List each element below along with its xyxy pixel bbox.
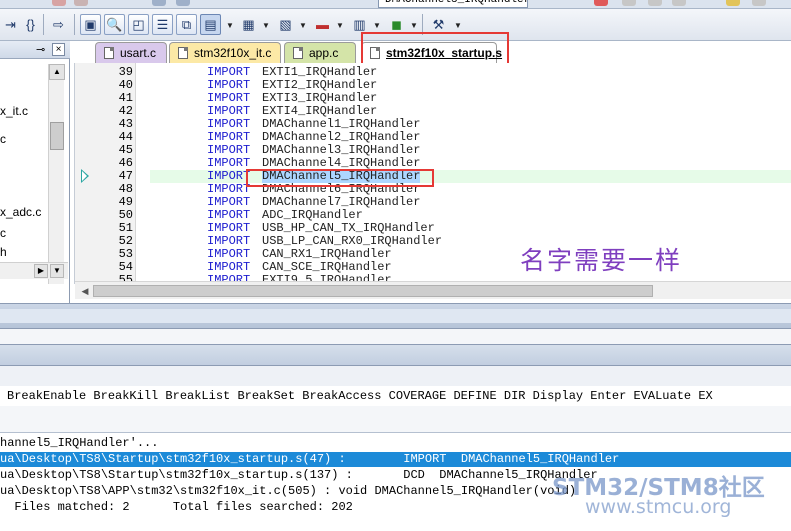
- document-icon: [293, 47, 303, 59]
- highlight-box-symbol: [246, 169, 434, 187]
- editor-horizontal-scrollbar[interactable]: ◀: [75, 281, 791, 299]
- pane-area: [0, 406, 791, 432]
- pin-icon[interactable]: ⊸: [36, 43, 45, 56]
- scroll-down-icon[interactable]: ▼: [50, 264, 64, 278]
- pane-splitter[interactable]: [0, 303, 791, 329]
- debug-icon[interactable]: [594, 0, 608, 6]
- find-in-files-icon[interactable]: 🔍: [104, 14, 125, 35]
- tab-app[interactable]: app.c: [284, 42, 356, 63]
- stop-icon[interactable]: [648, 0, 662, 6]
- list-view-icon[interactable]: ☰: [152, 14, 173, 35]
- tab-stm32f10x-it[interactable]: stm32f10x_it.c: [169, 42, 281, 63]
- close-icon[interactable]: ×: [52, 43, 65, 56]
- redo-icon[interactable]: [74, 0, 88, 6]
- project-file-item[interactable]: h: [0, 245, 7, 259]
- braces-icon[interactable]: {}: [20, 14, 41, 35]
- project-file-item[interactable]: c: [0, 226, 6, 240]
- code-line[interactable]: 41 IMPORT EXTI3_IRQHandler: [75, 92, 791, 105]
- registers-icon[interactable]: ▦: [238, 14, 259, 35]
- window-icon[interactable]: [752, 0, 766, 6]
- run-icon[interactable]: [622, 0, 636, 6]
- memory-icon[interactable]: ▧: [275, 14, 296, 35]
- code-line[interactable]: 40 IMPORT EXTI2_IRQHandler: [75, 79, 791, 92]
- find-result-line[interactable]: hannel5_IRQHandler'...: [0, 436, 791, 451]
- chevron-down-icon[interactable]: ▼: [454, 21, 462, 30]
- chevron-down-icon[interactable]: ▼: [262, 21, 270, 30]
- find-result-line[interactable]: ua\Desktop\TS8\Startup\stm32f10x_startup…: [0, 452, 791, 467]
- chevron-down-icon[interactable]: ▼: [410, 21, 418, 30]
- watermark-url: www.stmcu.org: [585, 496, 732, 518]
- chevron-down-icon[interactable]: ▼: [336, 21, 344, 30]
- code-line[interactable]: 44 IMPORT DMAChannel2_IRQHandler: [75, 131, 791, 144]
- watch-window-icon[interactable]: ▤: [200, 14, 221, 35]
- project-panel: ⊸ × x_it.c c x_adc.c c h ▲ ▶ ▼: [0, 41, 70, 303]
- tab-label: stm32f10x_it.c: [194, 46, 272, 60]
- project-horizontal-scrollbar[interactable]: ▶ ▼: [0, 262, 68, 279]
- options-icon[interactable]: [726, 0, 740, 6]
- code-line[interactable]: 53 IMPORT CAN_RX1_IRQHandler: [75, 248, 791, 261]
- scroll-up-icon[interactable]: ▲: [49, 64, 65, 80]
- scroll-thumb[interactable]: [93, 285, 653, 297]
- nav-forward-icon[interactable]: [176, 0, 190, 6]
- chevron-down-icon[interactable]: ▼: [373, 21, 381, 30]
- code-line[interactable]: 43 IMPORT DMAChannel1_IRQHandler: [75, 118, 791, 131]
- project-file-item[interactable]: x_it.c: [0, 104, 28, 118]
- tab-label: usart.c: [120, 46, 157, 60]
- pane-area: [0, 329, 791, 344]
- project-file-item[interactable]: x_adc.c: [0, 205, 41, 219]
- undo-icon[interactable]: [52, 0, 66, 6]
- project-vertical-scrollbar[interactable]: ▲: [48, 64, 65, 284]
- watermark: STM32/STM8社区 www.stmcu.org: [552, 468, 791, 528]
- scroll-thumb[interactable]: [50, 122, 64, 150]
- menu-toolbar-strip: DMAChannel5_IRQHandler: [0, 0, 791, 9]
- scroll-left-icon[interactable]: ◀: [78, 284, 92, 298]
- bookmark-icon[interactable]: ◰: [128, 14, 149, 35]
- project-panel-header: ⊸ ×: [0, 41, 70, 59]
- annotation-text: 名字需要一样: [520, 246, 683, 275]
- function-combo[interactable]: DMAChannel5_IRQHandler: [378, 0, 528, 8]
- analyzer-icon[interactable]: ▬: [312, 14, 333, 35]
- code-line[interactable]: 42 IMPORT EXTI4_IRQHandler: [75, 105, 791, 118]
- scroll-right-icon[interactable]: ▶: [34, 264, 48, 278]
- document-icon: [104, 47, 114, 59]
- chevron-down-icon[interactable]: ▼: [226, 21, 234, 30]
- pane-splitter[interactable]: [0, 344, 791, 366]
- step-icon[interactable]: [672, 0, 686, 6]
- code-line[interactable]: 52 IMPORT USB_LP_CAN_RX0_IRQHandler: [75, 235, 791, 248]
- project-file-item[interactable]: c: [0, 132, 6, 146]
- go-arrow-icon[interactable]: ⇨: [48, 14, 69, 35]
- code-line[interactable]: 39 IMPORT EXTI1_IRQHandler: [75, 66, 791, 79]
- build-target-icon[interactable]: ▣: [80, 14, 101, 35]
- chevron-down-icon[interactable]: ▼: [299, 21, 307, 30]
- document-icon: [178, 47, 188, 59]
- flash-icon[interactable]: ⧉: [176, 14, 197, 35]
- nav-back-icon[interactable]: [152, 0, 166, 6]
- code-line[interactable]: 49 IMPORT DMAChannel7_IRQHandler: [75, 196, 791, 209]
- code-line[interactable]: 54 IMPORT CAN_SCE_IRQHandler: [75, 261, 791, 274]
- code-line[interactable]: 45 IMPORT DMAChannel3_IRQHandler: [75, 144, 791, 157]
- tab-usart[interactable]: usart.c: [95, 42, 167, 63]
- indent-icon[interactable]: ⇥: [0, 14, 21, 35]
- pane-area: [0, 366, 791, 386]
- tab-label: app.c: [309, 46, 339, 60]
- command-hint-bar: BreakEnable BreakKill BreakList BreakSet…: [0, 386, 791, 406]
